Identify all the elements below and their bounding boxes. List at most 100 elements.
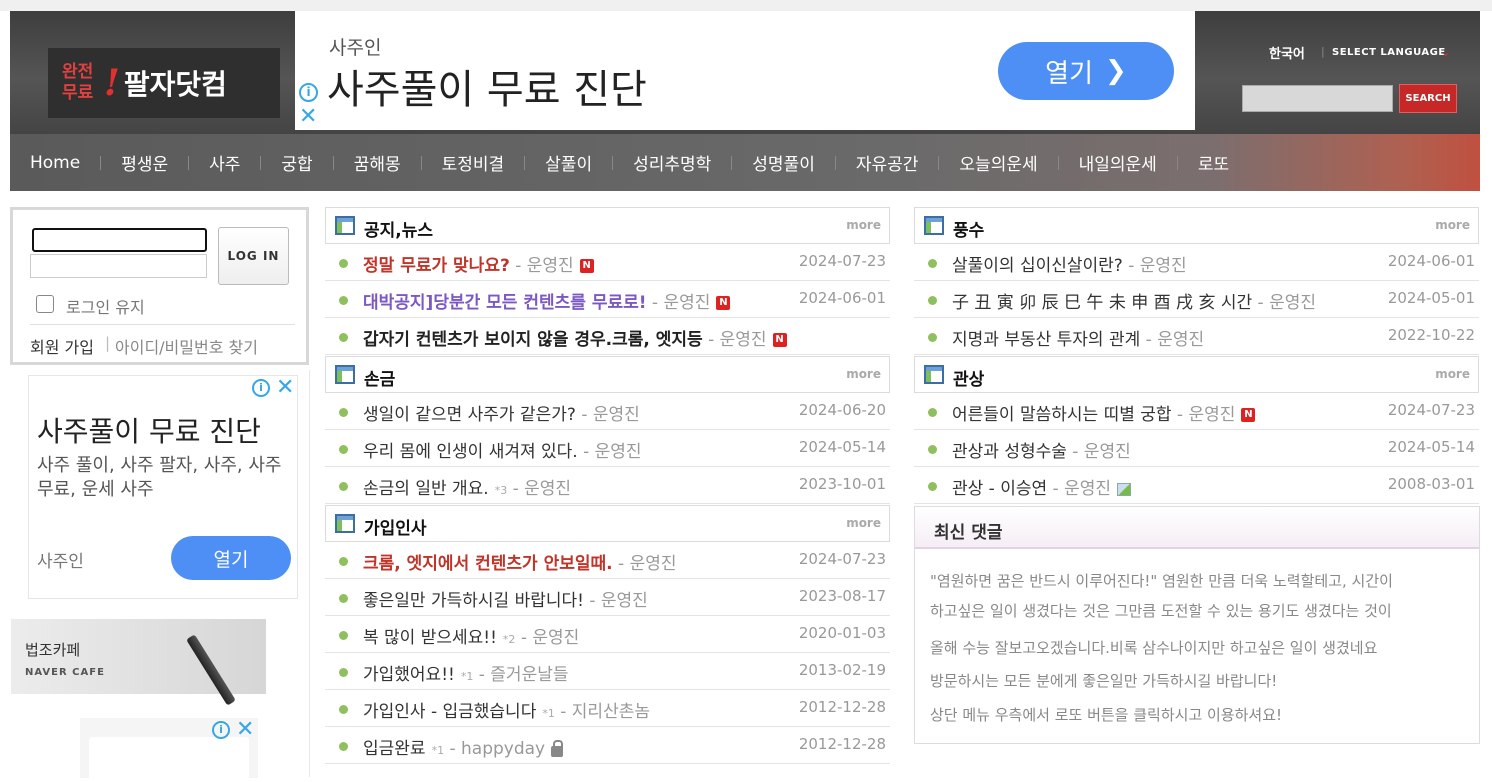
post-author[interactable]: 운영진	[527, 256, 574, 276]
post-title[interactable]: 가입했어요!!	[363, 665, 455, 685]
ad-close-icon[interactable]: ✕	[236, 717, 254, 742]
post-title[interactable]: 지명과 부동산 투자의 관계	[952, 330, 1140, 350]
ad-info-icon[interactable]: i	[212, 721, 230, 739]
password-input[interactable]	[30, 254, 207, 278]
nav-seongri[interactable]: 성리추명학	[613, 134, 731, 191]
post-author[interactable]: 운영진	[1188, 405, 1235, 425]
search-input[interactable]	[1242, 85, 1393, 112]
login-button[interactable]: LOG IN	[218, 227, 289, 285]
board-row[interactable]: 좋은일만 가득하시길 바랍니다! - 운영진 2023-08-17	[325, 579, 890, 616]
board-row[interactable]: 가입인사 - 입금했습니다 *1 - 지리산촌놈 2012-12-28	[325, 690, 890, 727]
site-logo[interactable]: 완전무료 ! 팔자닷컴	[48, 48, 280, 118]
keep-login-checkbox[interactable]	[36, 295, 54, 313]
board-row[interactable]: 지명과 부동산 투자의 관계 - 운영진 2022-10-22	[914, 318, 1479, 355]
board-row[interactable]: 갑자기 컨텐츠가 보이지 않을 경우.크롬, 엣지등 - 운영진 N	[325, 318, 890, 355]
post-author[interactable]: 운영진	[630, 554, 677, 574]
nav-lotto[interactable]: 로또	[1178, 134, 1249, 191]
post-author[interactable]: 운영진	[1157, 330, 1204, 350]
naver-cafe-banner[interactable]: 법조카페 NAVER CAFE	[11, 619, 266, 706]
more-link[interactable]: more	[846, 367, 881, 381]
board-row[interactable]: 복 많이 받으세요!! *2 - 운영진 2020-01-03	[325, 616, 890, 653]
board-row[interactable]: 어른들이 말씀하시는 띠별 궁합 - 운영진 N 2024-07-23	[914, 393, 1479, 430]
post-author[interactable]: 즐거운날들	[490, 665, 568, 685]
comment-item[interactable]: 하고싶은 일이 생겼다는 것은 그만큼 도전할 수 있는 용기도 생겼다는 것이	[930, 600, 1466, 621]
board-row[interactable]: 관상 - 이승연 - 운영진 2008-03-01	[914, 467, 1479, 504]
post-author[interactable]: 운영진	[601, 591, 648, 611]
board-row[interactable]: 가입했어요!! *1 - 즐거운날들 2013-02-19	[325, 653, 890, 690]
post-author[interactable]: 운영진	[532, 628, 579, 648]
board-row[interactable]: 크롬, 엣지에서 컨텐츠가 안보일때. - 운영진 2024-07-23	[325, 542, 890, 579]
nav-name-reading[interactable]: 성명풀이	[732, 134, 835, 191]
nav-saju[interactable]: 사주	[189, 134, 260, 191]
post-title[interactable]: 우리 몸에 인생이 새겨져 있다.	[363, 442, 578, 462]
post-title[interactable]: 가입인사 - 입금했습니다	[363, 702, 536, 722]
post-title[interactable]: 입금완료	[363, 739, 426, 759]
nav-free-space[interactable]: 자유공간	[836, 134, 939, 191]
ad-open-button[interactable]: 열기 ❯	[998, 42, 1174, 100]
nav-compatibility[interactable]: 궁합	[261, 134, 332, 191]
board-title[interactable]: 관상	[953, 365, 984, 390]
post-title[interactable]: 정말 무료가 맞나요?	[363, 256, 510, 276]
search-button[interactable]: SEARCH	[1399, 84, 1457, 113]
post-title[interactable]: 관상 - 이승연	[952, 479, 1047, 499]
post-author[interactable]: 운영진	[595, 442, 642, 462]
post-author[interactable]: 운영진	[1064, 479, 1111, 499]
post-author[interactable]: 운영진	[593, 405, 640, 425]
board-row[interactable]: 대박공지]당분간 모든 컨텐츠를 무료로! - 운영진 N 2024-06-01	[325, 281, 890, 318]
post-title[interactable]: 생일이 같으면 사주가 같은가?	[363, 405, 576, 425]
post-author[interactable]: 운영진	[524, 479, 571, 499]
nav-tojeong[interactable]: 토정비결	[422, 134, 525, 191]
left-ad-banner-2[interactable]: i ✕	[80, 717, 258, 782]
chevron-down-icon[interactable]: ⌄	[1441, 46, 1450, 59]
board-row[interactable]: 생일이 같으면 사주가 같은가? - 운영진 2024-06-20	[325, 393, 890, 430]
left-ad-banner[interactable]: i ✕ 사주풀이 무료 진단 사주 풀이, 사주 팔자, 사주, 사주 무료, …	[28, 375, 298, 599]
post-author[interactable]: 운영진	[720, 330, 767, 350]
current-language[interactable]: 한국어	[1269, 43, 1305, 62]
post-title[interactable]: 복 많이 받으세요!!	[363, 628, 497, 648]
board-title[interactable]: 공지,뉴스	[364, 216, 433, 241]
join-link[interactable]: 회원 가입	[30, 334, 94, 358]
comment-item[interactable]: 상단 메뉴 우측에서 로또 버튼을 클릭하시고 이용하셔요!	[930, 704, 1466, 725]
board-row[interactable]: 손금의 일반 개요. *3 - 운영진 2023-10-01	[325, 467, 890, 504]
post-title[interactable]: 좋은일만 가득하시길 바랍니다!	[363, 591, 584, 611]
board-row[interactable]: 살풀이의 십이신살이란? - 운영진 2024-06-01	[914, 244, 1479, 281]
keep-login-label[interactable]: 로그인 유지	[66, 294, 145, 318]
board-title[interactable]: 가입인사	[364, 514, 427, 539]
board-title[interactable]: 풍수	[953, 216, 984, 241]
find-account-link[interactable]: 아이디/비밀번호 찾기	[115, 334, 258, 358]
ad-info-icon[interactable]: i	[299, 83, 318, 102]
board-title[interactable]: 손금	[364, 365, 395, 390]
post-author[interactable]: happyday	[461, 739, 545, 759]
post-author[interactable]: 운영진	[1084, 442, 1131, 462]
ad-close-icon[interactable]: ✕	[299, 106, 317, 128]
post-title[interactable]: 관상과 성형수술	[952, 442, 1067, 462]
post-title[interactable]: 대박공지]당분간 모든 컨텐츠를 무료로!	[363, 293, 647, 313]
nav-home[interactable]: Home	[10, 134, 100, 191]
post-author[interactable]: 운영진	[1269, 293, 1316, 313]
more-link[interactable]: more	[846, 516, 881, 530]
select-language-dropdown[interactable]: SELECT LANGUAGE	[1332, 47, 1446, 58]
post-title[interactable]: 살풀이의 십이신살이란?	[952, 256, 1123, 276]
board-row[interactable]: 관상과 성형수술 - 운영진 2024-05-14	[914, 430, 1479, 467]
nav-salpuri[interactable]: 살풀이	[525, 134, 612, 191]
top-ad-banner[interactable]: 사주인 사주풀이 무료 진단 열기 ❯ i ✕	[295, 11, 1195, 130]
post-title[interactable]: 손금의 일반 개요.	[363, 479, 489, 499]
ad-close-icon[interactable]: ✕	[276, 375, 294, 400]
post-author[interactable]: 운영진	[663, 293, 710, 313]
post-author[interactable]: 지리산촌놈	[572, 702, 650, 722]
more-link[interactable]: more	[1435, 367, 1470, 381]
ad-info-icon[interactable]: i	[252, 379, 270, 397]
comment-item[interactable]: 방문하시는 모든 분에게 좋은일만 가득하시길 바랍니다!	[930, 670, 1466, 691]
user-id-input[interactable]	[32, 228, 207, 252]
comment-item[interactable]: 올해 수능 잘보고오겠습니다.비록 삼수나이지만 하고싶은 일이 생겼네요	[930, 637, 1466, 658]
more-link[interactable]: more	[846, 218, 881, 232]
nav-tomorrow-fortune[interactable]: 내일의운세	[1059, 134, 1177, 191]
post-author[interactable]: 운영진	[1140, 256, 1187, 276]
more-link[interactable]: more	[1435, 218, 1470, 232]
board-row[interactable]: 우리 몸에 인생이 새겨져 있다. - 운영진 2024-05-14	[325, 430, 890, 467]
post-title[interactable]: 갑자기 컨텐츠가 보이지 않을 경우.크롬, 엣지등	[363, 330, 703, 350]
post-title[interactable]: 크롬, 엣지에서 컨텐츠가 안보일때.	[363, 554, 613, 574]
comment-item[interactable]: "염원하면 꿈은 반드시 이루어진다!" 염원한 만큼 더욱 노력할테고, 시간…	[930, 570, 1466, 591]
nav-today-fortune[interactable]: 오늘의운세	[939, 134, 1057, 191]
board-row[interactable]: 입금완료 *1 - happyday 2012-12-28	[325, 727, 890, 764]
